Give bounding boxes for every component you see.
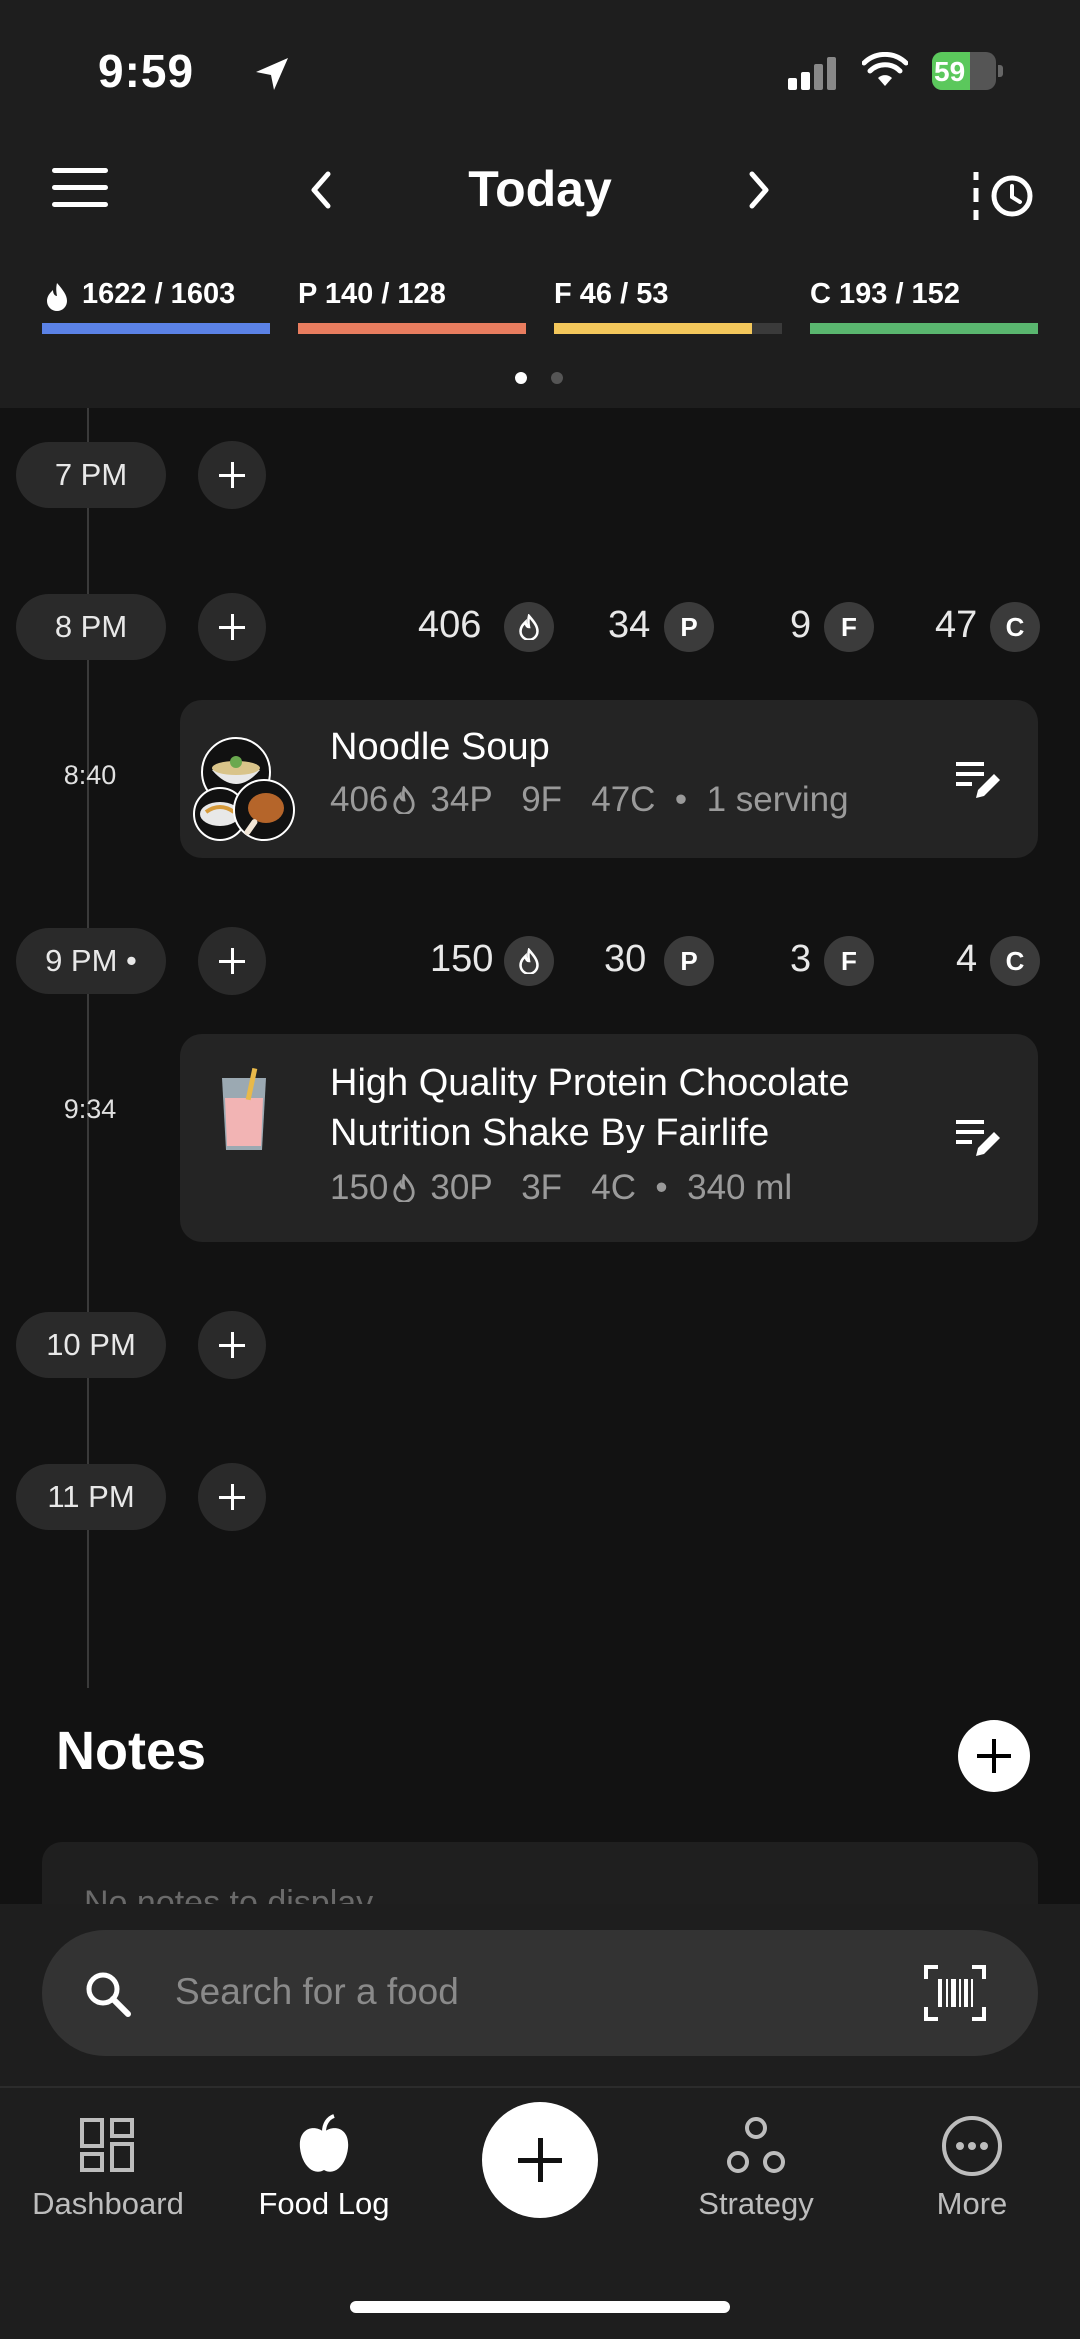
milkshake-icon	[222, 1068, 266, 1150]
calories-progress-bar	[42, 323, 270, 334]
tab-strategy[interactable]: Strategy	[656, 2186, 856, 2222]
fat-badge: F	[824, 936, 874, 986]
hour-label-10pm: 10 PM	[16, 1312, 166, 1378]
carbs-progress-bar	[810, 323, 1038, 334]
protein-progress-bar	[298, 323, 526, 334]
barcode-scan-icon[interactable]	[924, 1965, 986, 2021]
food-macro-detail: 34P 9F 47C • 1 serving	[430, 780, 849, 819]
add-food-7pm-button[interactable]	[198, 441, 266, 509]
flame-icon	[393, 785, 416, 816]
chevron-left-icon[interactable]	[304, 170, 338, 210]
menu-icon[interactable]	[52, 168, 108, 208]
add-food-9pm-button[interactable]	[198, 927, 266, 995]
hour-protein-total: 34	[608, 604, 651, 646]
battery-percent: 59	[934, 56, 966, 87]
edit-note-icon[interactable]	[954, 758, 1002, 802]
entry-time: 9:34	[63, 1094, 117, 1124]
search-placeholder: Search for a food	[175, 1971, 459, 2012]
food-entry-card[interactable]: High Quality Protein Chocolate Nutrition…	[180, 1034, 1038, 1242]
battery-indicator: 59	[932, 52, 1004, 90]
flame-icon	[519, 947, 539, 975]
hour-label-11pm: 11 PM	[16, 1464, 166, 1530]
wifi-icon	[862, 52, 908, 86]
tab-more[interactable]: More	[872, 2186, 1072, 2222]
edit-note-icon[interactable]	[954, 1116, 1002, 1160]
food-entry-card[interactable]: Noodle Soup 406 34P 9F 47C • 1 serving	[180, 700, 1038, 858]
fat-progress-bar	[554, 323, 782, 334]
add-food-10pm-button[interactable]	[198, 1311, 266, 1379]
flame-icon	[393, 1173, 416, 1204]
fat-badge: F	[824, 602, 874, 652]
dashboard-icon[interactable]	[76, 2114, 140, 2178]
hour-label-7pm: 7 PM	[16, 442, 166, 508]
protein-badge: P	[664, 936, 714, 986]
food-name-line1: High Quality Protein Chocolate	[330, 1062, 850, 1104]
chevron-right-icon[interactable]	[742, 170, 776, 210]
cellular-signal-icon	[788, 56, 838, 90]
add-note-button[interactable]	[958, 1720, 1030, 1792]
entry-time: 8:40	[63, 760, 117, 790]
calories-summary: 1622 / 1603	[82, 278, 236, 310]
tab-dashboard[interactable]: Dashboard	[8, 2186, 208, 2222]
location-arrow-icon	[256, 58, 288, 90]
food-macros: 150 30P 3F 4C • 340 ml	[330, 1168, 792, 1208]
more-icon[interactable]	[940, 2114, 1004, 2178]
fat-summary: F 46 / 53	[554, 278, 669, 310]
page-indicator[interactable]	[551, 372, 563, 384]
hour-label-9pm: 9 PM •	[16, 928, 166, 994]
hour-label-8pm: 8 PM	[16, 594, 166, 660]
page-title: Today	[468, 161, 612, 217]
carbs-badge: C	[990, 602, 1040, 652]
calorie-badge	[504, 936, 554, 986]
flame-icon	[47, 283, 67, 311]
search-icon	[86, 1972, 131, 2017]
status-time: 9:59	[98, 45, 195, 97]
hour-protein-total: 30	[604, 938, 647, 980]
calorie-badge	[504, 602, 554, 652]
hour-carbs-total: 47	[935, 604, 978, 646]
notes-title: Notes	[56, 1721, 207, 1781]
protein-summary: P 140 / 128	[298, 278, 446, 310]
apple-icon[interactable]	[292, 2114, 356, 2178]
flame-icon	[519, 613, 539, 641]
food-name: Noodle Soup	[330, 726, 550, 768]
food-calories: 150	[330, 1168, 389, 1207]
food-macros: 406 34P 9F 47C • 1 serving	[330, 780, 849, 820]
protein-badge: P	[664, 602, 714, 652]
carbs-summary: C 193 / 152	[810, 278, 960, 310]
hour-fat-total: 3	[790, 938, 812, 980]
hour-carbs-total: 4	[956, 938, 978, 980]
strategy-icon[interactable]	[724, 2114, 788, 2178]
tab-food-log[interactable]: Food Log	[224, 2186, 424, 2222]
page-indicator-active[interactable]	[515, 372, 527, 384]
add-food-11pm-button[interactable]	[198, 1463, 266, 1531]
hour-calories-total: 150	[430, 938, 494, 980]
food-macro-detail: 30P 3F 4C • 340 ml	[430, 1168, 793, 1207]
food-calories: 406	[330, 780, 389, 819]
food-name-line2: Nutrition Shake By Fairlife	[330, 1112, 770, 1154]
carbs-badge: C	[990, 936, 1040, 986]
noodle-soup-icon	[193, 737, 295, 841]
quick-add-button[interactable]	[482, 2102, 598, 2218]
hour-calories-total: 406	[418, 604, 482, 646]
home-indicator	[350, 2301, 730, 2313]
hour-fat-total: 9	[790, 604, 812, 646]
history-icon[interactable]	[968, 168, 1038, 224]
add-food-8pm-button[interactable]	[198, 593, 266, 661]
